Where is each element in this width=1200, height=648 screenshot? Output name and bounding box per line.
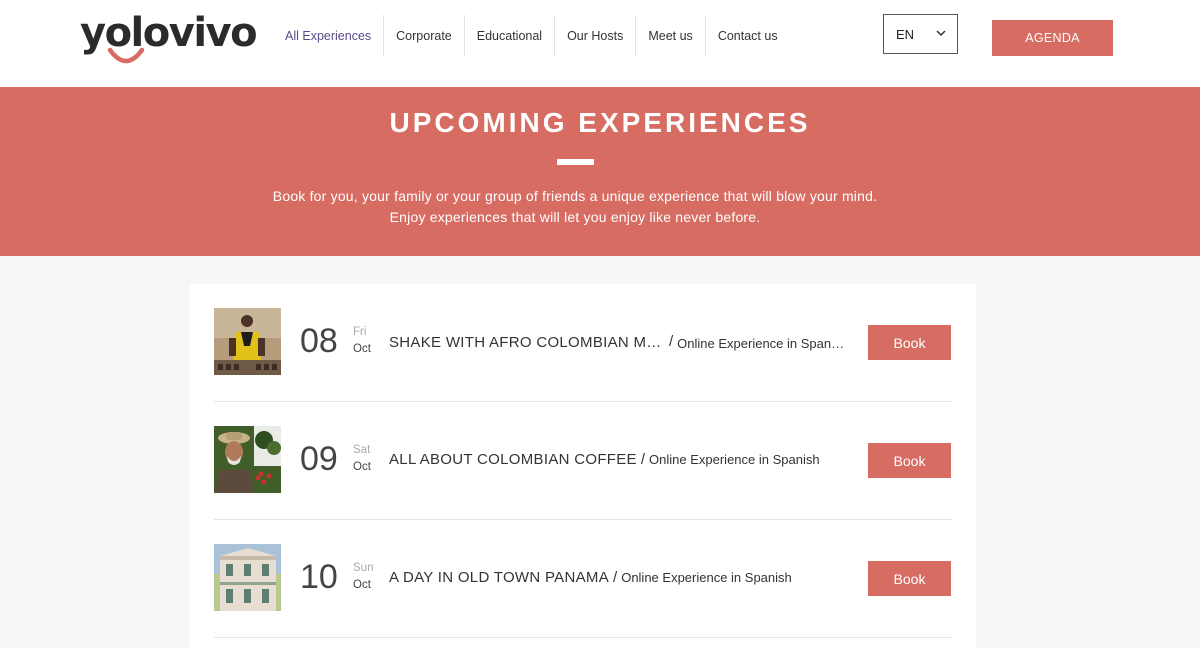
event-month: Oct xyxy=(353,579,371,591)
language-value: EN xyxy=(896,26,915,42)
nav-item-meet-us[interactable]: Meet us xyxy=(636,15,706,56)
title-separator: / xyxy=(613,569,618,586)
book-button[interactable]: Book xyxy=(868,325,951,360)
title-separator: / xyxy=(669,333,674,350)
agenda-button[interactable]: AGENDA xyxy=(992,20,1113,56)
book-button[interactable]: Book xyxy=(868,443,951,478)
language-select[interactable]: EN xyxy=(883,14,958,54)
title-separator: / xyxy=(640,451,646,468)
experience-title-link[interactable]: SHAKE WITH AFRO COLOMBIAN MUSIC / Online E… xyxy=(389,333,859,351)
event-weekday: Fri xyxy=(353,326,367,338)
experience-list: 08 Fri Oct SHAKE WITH AFRO COLOMBIAN MUS… xyxy=(190,284,976,648)
old-town-building-photo-icon xyxy=(214,544,281,611)
experience-title: ALL ABOUT COLOMBIAN COFFEE xyxy=(389,451,637,468)
experience-title: A DAY IN OLD TOWN PANAMA xyxy=(389,569,610,586)
book-button[interactable]: Book xyxy=(868,561,951,596)
nav-item-our-hosts[interactable]: Our Hosts xyxy=(555,15,637,56)
experience-thumbnail[interactable] xyxy=(214,308,281,375)
experience-row: 09 Sat Oct ALL ABOUT COLOMBIAN COFFEE / On… xyxy=(214,402,952,520)
experience-row: 08 Fri Oct SHAKE WITH AFRO COLOMBIAN MUS… xyxy=(214,284,952,402)
experience-thumbnail[interactable] xyxy=(214,426,281,493)
nav-item-contact-us[interactable]: Contact us xyxy=(706,15,790,56)
nav-item-all-experiences[interactable]: All Experiences xyxy=(273,15,385,56)
experience-subtitle: Online Experience in Spanish xyxy=(621,570,792,585)
event-weekday: Sat xyxy=(353,444,371,456)
musician-photo-icon xyxy=(214,308,281,375)
experience-subtitle: Online Experience in Spanish xyxy=(677,336,846,351)
experience-row: 10 Sun Oct A DAY IN OLD TOWN PANAMA / Onli… xyxy=(214,520,952,638)
coffee-farmer-photo-icon xyxy=(214,426,281,493)
nav-item-educational[interactable]: Educational xyxy=(465,15,556,56)
chevron-down-icon xyxy=(936,30,946,37)
title-divider xyxy=(557,159,594,165)
event-weekday: Sun xyxy=(353,562,374,574)
hero-description: Book for you, your family or your group … xyxy=(272,188,878,225)
experience-title-link[interactable]: A DAY IN OLD TOWN PANAMA / Online Experien… xyxy=(389,569,859,587)
main-nav: All Experiences Corporate Educational Ou… xyxy=(273,15,790,56)
nav-item-corporate[interactable]: Corporate xyxy=(384,15,465,56)
experience-thumbnail[interactable] xyxy=(214,544,281,611)
event-month: Oct xyxy=(353,461,371,473)
experience-title: SHAKE WITH AFRO COLOMBIAN MUSIC xyxy=(389,334,665,351)
page-title: UPCOMING EXPERIENCES xyxy=(389,107,811,138)
logo-smile-icon xyxy=(107,47,145,64)
event-day: 09 xyxy=(300,440,338,478)
experience-subtitle: Online Experience in Spanish xyxy=(649,452,820,467)
event-month: Oct xyxy=(353,343,371,355)
yolovivo-logo[interactable]: yolovivo xyxy=(80,10,258,68)
site-header: yolovivo All Experiences Corporate Educa… xyxy=(0,0,1200,87)
experience-title-link[interactable]: ALL ABOUT COLOMBIAN COFFEE / Online Experi… xyxy=(389,451,859,469)
hero-banner: UPCOMING EXPERIENCES Book for you, your … xyxy=(0,87,1200,256)
event-day: 10 xyxy=(300,558,338,596)
event-day: 08 xyxy=(300,322,338,360)
